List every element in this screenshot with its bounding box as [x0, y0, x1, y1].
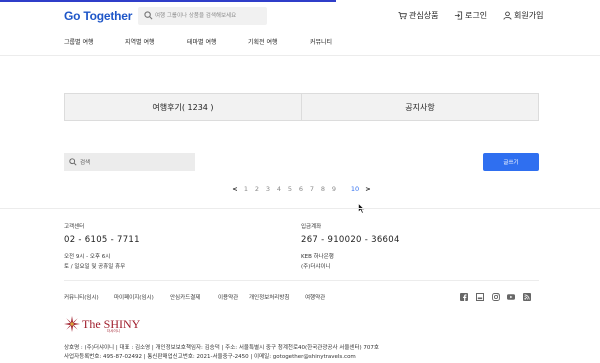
footer-link-mypage[interactable]: 마이페이지(임시) — [114, 293, 154, 301]
tab-travel-reviews[interactable]: 여행후기( 1234 ) — [64, 93, 302, 121]
company-logo-subtext: 더샤이니 — [107, 329, 120, 333]
footer-link-travel-terms[interactable]: 여행약관 — [305, 293, 325, 301]
write-button[interactable]: 글쓰기 — [483, 153, 539, 171]
customer-center-phone: 02 - 6105 - 7711 — [64, 235, 140, 245]
footer-link-safe-payment[interactable]: 안심카드결제 — [170, 293, 200, 301]
instagram-icon[interactable] — [492, 293, 500, 301]
deposit-account-label: 입금계좌 — [301, 224, 322, 230]
pagination-page-active[interactable]: 10 — [349, 185, 361, 193]
board-search[interactable]: 검색 — [64, 153, 195, 171]
header-search-placeholder: 여행 그룹이나 상품을 검색해보세요 — [155, 13, 237, 19]
pagination-next[interactable]: > — [362, 185, 374, 193]
login-icon — [454, 11, 463, 20]
nav-community[interactable]: 커뮤니티 — [310, 37, 332, 46]
user-icon — [503, 11, 512, 20]
tab-notices[interactable]: 공지사항 — [301, 93, 539, 121]
footer-divider — [0, 208, 600, 209]
cart-icon — [398, 11, 407, 20]
nav-divider — [0, 55, 600, 56]
footer-link-community[interactable]: 커뮤니티(임시) — [64, 293, 99, 301]
shiny-emblem-icon — [64, 316, 80, 332]
customer-center-label: 고객센터 — [64, 224, 85, 230]
facebook-icon[interactable] — [460, 293, 468, 301]
nav-special-travel[interactable]: 기획전 여행 — [248, 37, 278, 46]
board-search-placeholder: 검색 — [80, 160, 91, 166]
nav-theme-travel[interactable]: 테마별 여행 — [187, 37, 217, 46]
login-link[interactable]: 로그인 — [454, 10, 487, 21]
footer-link-privacy[interactable]: 개인정보처리방침 — [249, 293, 289, 301]
nav-group-travel[interactable]: 그룹별 여행 — [64, 37, 94, 46]
pagination-page[interactable]: 9 — [328, 185, 340, 193]
search-icon — [69, 158, 77, 166]
rss-icon[interactable] — [523, 293, 531, 301]
blog-icon[interactable] — [476, 293, 484, 301]
company-logo: The SHINY 더샤이니 — [64, 316, 140, 333]
youtube-icon[interactable] — [507, 293, 515, 301]
deposit-account-number: 267 - 910020 - 36604 — [301, 235, 400, 245]
wishlist-link[interactable]: 관심상품 — [398, 10, 438, 21]
business-info-line-1: 상호명 : (주)더샤이니 | 대표 : 김소영 | 개인정보보호책임자: 김승… — [64, 345, 379, 351]
customer-center-hours: 오전 9시 - 오후 6시 — [64, 254, 111, 260]
search-icon — [144, 11, 153, 20]
header-search[interactable]: 여행 그룹이나 상품을 검색해보세요 — [138, 7, 267, 25]
customer-center-holidays: 토 / 일요일 및 공휴일 휴무 — [64, 264, 126, 270]
deposit-bank: KEB 하나은행 — [301, 254, 334, 260]
top-progress-line — [0, 0, 336, 2]
footer-link-terms[interactable]: 이용약관 — [218, 293, 238, 301]
site-logo[interactable]: Go Together — [64, 9, 132, 23]
nav-region-travel[interactable]: 지역별 여행 — [125, 37, 155, 46]
deposit-holder: (주)더샤이니 — [301, 264, 331, 270]
signup-link[interactable]: 회원가입 — [503, 10, 543, 21]
footer-links-divider — [64, 280, 539, 281]
business-info-line-2: 사업자등록번호: 495-87-02492 | 통신판매업신고번호: 2021-… — [64, 354, 356, 360]
